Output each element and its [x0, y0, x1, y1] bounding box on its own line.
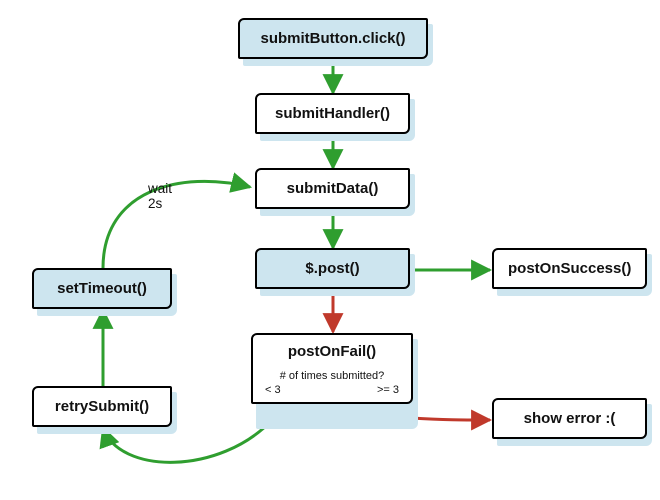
- node-post-on-fail: postOnFail() # of times submitted? < 3 >…: [251, 333, 413, 404]
- node-set-timeout: setTimeout(): [32, 268, 172, 309]
- edge-settimeout-to-submitdata: [103, 181, 250, 268]
- node-submit-data: submitData(): [255, 168, 410, 209]
- node-label: setTimeout(): [57, 280, 147, 297]
- annotation-line: wait: [148, 181, 172, 196]
- node-label: submitData(): [287, 180, 379, 197]
- node-label: retrySubmit(): [55, 398, 149, 415]
- flowchart-canvas: submitButton.click() submitHandler() sub…: [0, 0, 660, 500]
- node-show-error: show error :(: [492, 398, 647, 439]
- node-jq-post: $.post(): [255, 248, 410, 289]
- annotation-line: 2s: [148, 196, 162, 211]
- node-retry-submit: retrySubmit(): [32, 386, 172, 427]
- node-label: show error :(: [524, 410, 616, 427]
- node-label: submitButton.click(): [261, 30, 406, 47]
- annotation-wait-2s: wait 2s: [148, 182, 172, 212]
- node-label: $.post(): [305, 260, 359, 277]
- node-label: submitHandler(): [275, 105, 390, 122]
- node-label: postOnFail(): [288, 343, 376, 360]
- edge-fail-to-showerror: [411, 418, 490, 420]
- node-submit-button-click: submitButton.click(): [238, 18, 428, 59]
- node-submit-handler: submitHandler(): [255, 93, 410, 134]
- fail-branch-lt3: < 3: [265, 384, 281, 396]
- fail-decision-text: # of times submitted?: [265, 370, 399, 382]
- node-post-on-success: postOnSuccess(): [492, 248, 647, 289]
- node-label: postOnSuccess(): [508, 260, 631, 277]
- fail-branch-gte3: >= 3: [377, 384, 399, 396]
